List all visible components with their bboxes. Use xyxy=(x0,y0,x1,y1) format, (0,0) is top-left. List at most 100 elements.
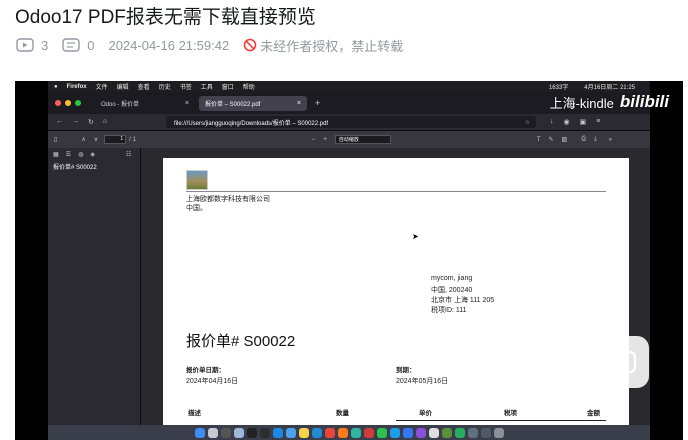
copyright-notice: 未经作者授权，禁止转载 xyxy=(243,36,403,55)
comment-count-value: 0 xyxy=(87,37,95,53)
calculator-icon xyxy=(220,427,231,438)
app-icon xyxy=(389,427,400,438)
customer-address: 中国, 200240 xyxy=(431,287,473,294)
header-divider xyxy=(186,191,606,192)
chevron-down-icon: ∨ xyxy=(93,137,99,143)
zoom-in-icon: + xyxy=(323,136,327,143)
print-icon: ⎙ xyxy=(581,136,587,142)
thumbnails-icon: ▦ xyxy=(53,152,59,158)
customer-city: 北京市 上海 111 205 xyxy=(431,297,495,304)
text-tool-icon: T xyxy=(536,136,541,143)
copyright-notice-text: 未经作者授权，禁止转载 xyxy=(260,38,404,54)
video-frame: ● Firefox 文件 编辑 查看 历史 书签 工具 窗口 帮助 1633字 … xyxy=(48,81,650,440)
save-icon: ⤓ xyxy=(594,136,597,142)
finder-icon xyxy=(194,427,205,438)
app-icon xyxy=(480,427,491,438)
expiry-label: 到期： xyxy=(396,367,416,374)
menu-icon: ≡ xyxy=(596,118,601,125)
col-amount: 金额 xyxy=(587,410,600,417)
terminal-icon xyxy=(246,427,257,438)
menubar-item: 工具 xyxy=(200,85,213,91)
pdf-sidebar: ▦ ☰ ◍ ◈ ☷ 报价单# S00022 xyxy=(48,148,141,440)
app-icon xyxy=(350,427,361,438)
menubar-item: 历史 xyxy=(158,85,171,91)
play-count: 3 xyxy=(16,38,48,53)
video-watermark: 上海-kindle bilibili xyxy=(550,92,669,112)
app-icon xyxy=(441,427,452,438)
window-controls xyxy=(55,100,81,106)
quote-date-value: 2024年04月16日 xyxy=(186,378,239,385)
uploader-watermark: 上海-kindle xyxy=(549,95,614,111)
zoom-out-icon: − xyxy=(311,136,316,143)
download-icon: ↓ xyxy=(550,118,554,125)
menubar-item: 书签 xyxy=(179,85,192,91)
browser-tab: Odoo - 报价单 × xyxy=(95,96,195,111)
app-icon xyxy=(467,427,478,438)
comment-count-icon xyxy=(62,38,80,52)
home-icon: ⌂ xyxy=(102,118,108,125)
app-icon xyxy=(415,427,426,438)
mouse-cursor-icon: ➤ xyxy=(412,232,419,241)
outline-icon: ☰ xyxy=(65,152,72,158)
pdf-toolbar: ▯ ∧ ∨ 1 / 1 − + 自动缩放 T ✎ ▨ ⎙ ⤓ » xyxy=(48,131,650,148)
quote-date-label: 报价单日期： xyxy=(186,367,225,374)
address-field: file:///Users/jiangguoqing/Downloads/报价单… xyxy=(166,116,536,128)
chevron-up-icon: ∧ xyxy=(81,137,86,143)
customer-name: mycom, jiang xyxy=(431,275,473,282)
sidebar-tools: ▦ ☰ ◍ ◈ ☷ xyxy=(48,148,140,161)
play-icon xyxy=(609,348,637,374)
app-icon xyxy=(272,427,283,438)
apple-icon: ● xyxy=(54,83,58,90)
attachments-icon: ◍ xyxy=(78,152,84,158)
tab-label: 报价单 – S00022.pdf xyxy=(205,101,261,108)
bilibili-logo: bilibili xyxy=(619,92,669,111)
safari-icon xyxy=(285,427,296,438)
quote-heading: 报价单# S00022 xyxy=(186,333,296,350)
close-dot xyxy=(55,100,61,106)
close-icon: × xyxy=(296,99,301,107)
zoom-dot xyxy=(75,100,81,106)
outline-tree-icon: ☷ xyxy=(125,152,132,158)
menubar-item: 帮助 xyxy=(242,85,255,91)
minimize-dot xyxy=(65,100,71,106)
menubar-app: Firefox xyxy=(66,83,87,90)
play-button[interactable] xyxy=(597,336,649,388)
page-total: / 1 xyxy=(129,136,136,143)
video-player[interactable]: ● Firefox 文件 编辑 查看 历史 书签 工具 窗口 帮助 1633字 … xyxy=(15,81,683,440)
chrome-icon xyxy=(324,427,335,438)
forbid-icon xyxy=(243,38,257,52)
more-tools-icon: » xyxy=(608,136,613,143)
publish-datetime: 2024-04-16 21:59:42 xyxy=(108,37,230,53)
extensions-icon: ▣ xyxy=(579,119,587,126)
notes-icon xyxy=(298,427,309,438)
col-quantity: 数量 xyxy=(336,410,349,417)
menubar-item: 文件 xyxy=(95,85,108,91)
play-count-value: 3 xyxy=(41,37,49,53)
launchpad-icon xyxy=(207,427,218,438)
zoom-select: 自动缩放 xyxy=(334,135,391,144)
company-logo xyxy=(186,170,208,190)
outline-item: 报价单# S00022 xyxy=(53,165,97,171)
draw-tool-icon: ✎ xyxy=(548,137,554,143)
account-icon: ◉ xyxy=(563,119,570,126)
app-icon xyxy=(454,427,465,438)
image-tool-icon: ▨ xyxy=(561,137,568,143)
layers-icon: ◈ xyxy=(90,152,95,158)
col-unit-price: 单价 xyxy=(419,410,432,417)
firefox-icon xyxy=(337,427,348,438)
browser-tab-active: 报价单 – S00022.pdf × xyxy=(199,95,307,111)
forward-icon: → xyxy=(72,118,79,125)
preview-icon xyxy=(233,427,244,438)
play-count-icon xyxy=(16,38,34,52)
wechat-icon xyxy=(376,427,387,438)
app-icon xyxy=(363,427,374,438)
browser-urlbar: ← → ↻ ⌂ file:///Users/jiangguoqing/Downl… xyxy=(48,114,650,131)
menubar-item: 查看 xyxy=(137,85,150,91)
close-icon: × xyxy=(184,99,189,107)
menubar-status: 1633字 xyxy=(548,85,569,91)
toolbar-icons: ↓ ◉ ▣ ≡ xyxy=(550,118,600,126)
sidebar-toggle-icon: ▯ xyxy=(54,137,58,143)
tab-label: Odoo - 报价单 xyxy=(101,101,140,108)
customer-tax-id: 税项ID: 111 xyxy=(431,307,467,314)
app-icon xyxy=(259,427,270,438)
